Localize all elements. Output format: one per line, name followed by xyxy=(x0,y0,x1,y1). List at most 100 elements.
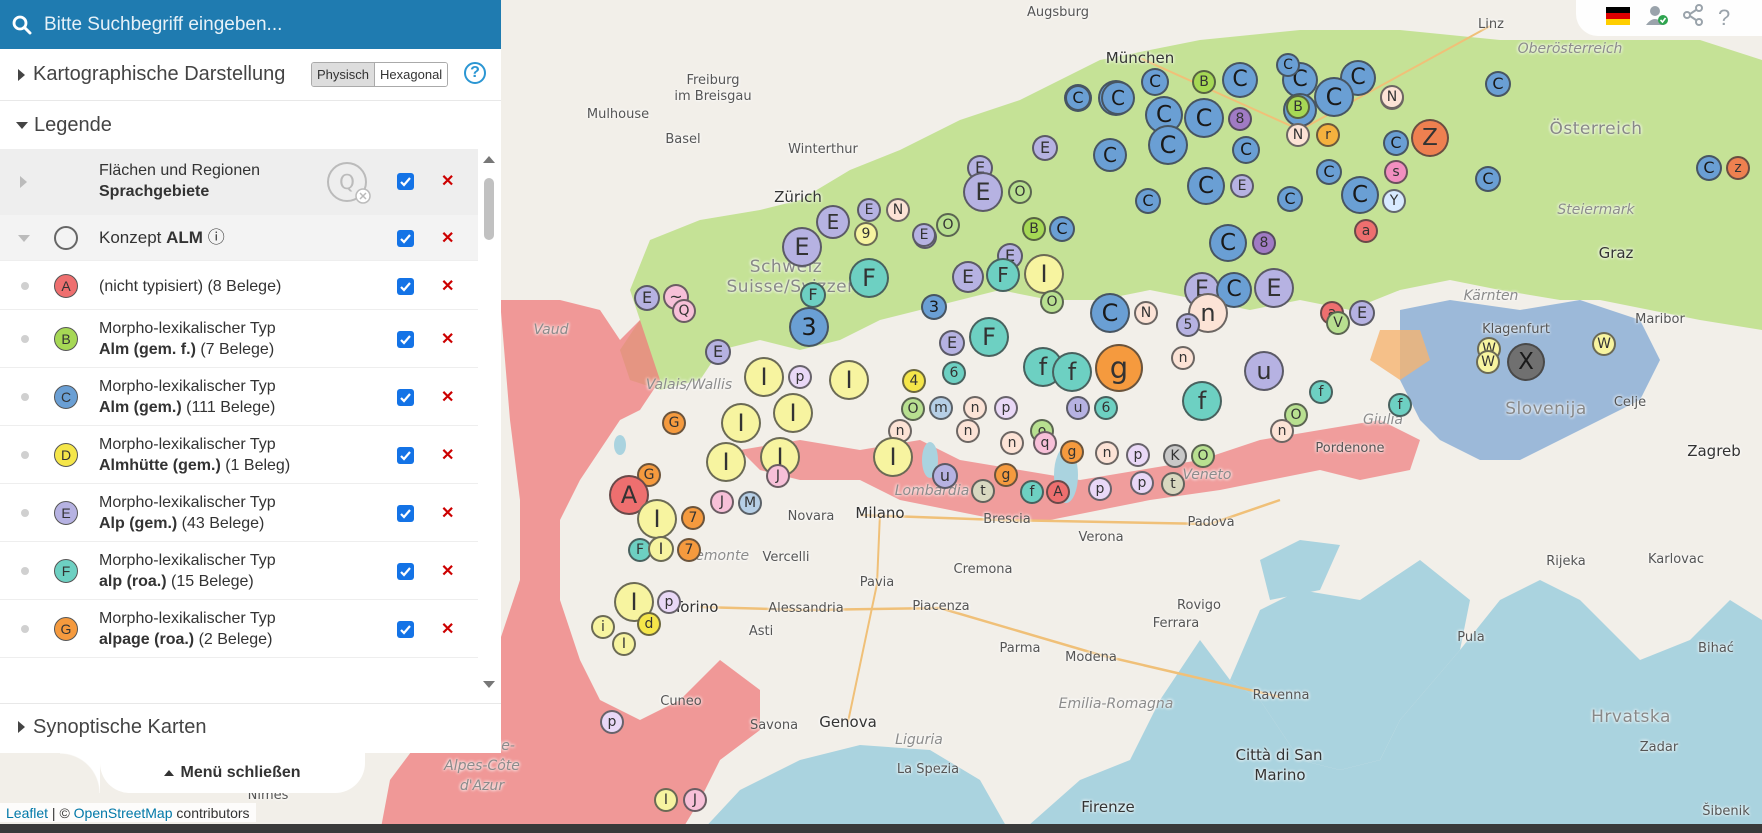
map-marker[interactable]: G xyxy=(662,411,686,435)
map-marker[interactable]: 6 xyxy=(1094,396,1118,420)
map-marker[interactable]: C xyxy=(1277,186,1303,212)
drag-handle-icon[interactable] xyxy=(21,509,29,517)
map-marker[interactable]: f xyxy=(1388,393,1412,417)
map-marker[interactable]: I xyxy=(773,393,813,433)
visibility-checkbox[interactable] xyxy=(397,563,414,580)
caret-right-icon[interactable] xyxy=(20,176,27,188)
map-marker[interactable]: z xyxy=(1726,156,1750,180)
map-marker[interactable]: u xyxy=(932,463,958,489)
map-marker[interactable]: 8 xyxy=(1228,107,1252,131)
map-marker[interactable]: p xyxy=(994,396,1018,420)
map-marker[interactable]: O xyxy=(1191,444,1215,468)
map-marker[interactable]: N xyxy=(1286,123,1310,147)
info-icon[interactable]: ⓘ xyxy=(208,228,225,247)
map-marker[interactable]: J xyxy=(683,788,707,812)
map-marker[interactable]: 3 xyxy=(921,294,947,320)
remove-icon[interactable]: ✕ xyxy=(441,387,454,407)
map-marker[interactable]: K xyxy=(1163,444,1187,468)
map-marker[interactable]: C xyxy=(1341,176,1379,214)
map-marker[interactable]: g xyxy=(994,463,1018,487)
map-marker[interactable]: C xyxy=(1141,68,1169,96)
map-marker[interactable]: q xyxy=(1033,431,1057,455)
leaflet-link[interactable]: Leaflet xyxy=(6,805,48,821)
map-marker[interactable]: 4 xyxy=(902,369,926,393)
map-marker[interactable]: N xyxy=(1134,301,1158,325)
map-marker[interactable]: B xyxy=(1286,95,1310,119)
map-marker[interactable]: a xyxy=(1354,219,1378,243)
map-marker[interactable]: B xyxy=(1022,217,1046,241)
map-marker[interactable]: F xyxy=(800,282,826,308)
map-marker[interactable]: p xyxy=(1130,471,1154,495)
map-marker[interactable]: f xyxy=(1182,381,1222,421)
section-kartographische-darstellung[interactable]: Kartographische Darstellung Physisch Hex… xyxy=(0,49,501,100)
remove-icon[interactable]: ✕ xyxy=(441,619,454,639)
map-marker[interactable]: C xyxy=(1232,136,1260,164)
help-icon[interactable]: ? xyxy=(1718,5,1730,31)
share-icon[interactable] xyxy=(1682,4,1704,32)
map-marker[interactable]: m xyxy=(929,396,953,420)
map-marker[interactable]: C xyxy=(1314,77,1354,117)
zoom-clear-icon[interactable]: Q xyxy=(326,161,372,205)
map-marker[interactable]: 3 xyxy=(789,307,829,347)
remove-icon[interactable]: ✕ xyxy=(441,276,454,296)
map-marker[interactable]: X xyxy=(1507,343,1545,381)
map-marker[interactable]: f xyxy=(1309,380,1333,404)
remove-icon[interactable]: ✕ xyxy=(441,503,454,523)
map-marker[interactable]: f xyxy=(1020,480,1044,504)
map-marker[interactable]: E xyxy=(963,172,1003,212)
map-marker[interactable]: 6 xyxy=(942,361,966,385)
map-marker[interactable]: O xyxy=(936,213,960,237)
map-marker[interactable]: C xyxy=(1187,167,1225,205)
map-marker[interactable]: E xyxy=(1032,135,1058,161)
map-marker[interactable]: N xyxy=(1380,85,1404,109)
section-synoptische-karten[interactable]: Synoptische Karten xyxy=(0,704,501,750)
drag-handle-icon[interactable] xyxy=(21,567,29,575)
map-marker[interactable]: J xyxy=(766,464,790,488)
drag-handle-icon[interactable] xyxy=(21,393,29,401)
map-marker[interactable]: A xyxy=(1046,480,1070,504)
map-marker[interactable]: E xyxy=(634,285,660,311)
map-marker[interactable]: O xyxy=(1040,290,1064,314)
map-marker[interactable]: n xyxy=(956,419,980,443)
map-marker[interactable]: I xyxy=(637,499,677,539)
map-marker[interactable]: J xyxy=(710,490,734,514)
scroll-down-icon[interactable] xyxy=(483,681,495,688)
map-marker[interactable]: F xyxy=(986,258,1020,292)
flag-de-icon[interactable] xyxy=(1606,5,1630,31)
map-marker[interactable]: I xyxy=(829,360,869,400)
map-marker[interactable]: N xyxy=(886,198,910,222)
map-marker[interactable]: C xyxy=(1222,62,1258,98)
mode-physisch-button[interactable]: Physisch xyxy=(312,63,375,86)
visibility-checkbox[interactable] xyxy=(397,621,414,638)
section-legende[interactable]: Legende xyxy=(0,101,501,149)
map-marker[interactable]: C xyxy=(1316,159,1342,185)
map-marker[interactable]: n xyxy=(1000,431,1024,455)
map-marker[interactable]: C xyxy=(1065,85,1091,111)
map-marker[interactable]: 7 xyxy=(677,538,701,562)
map-marker[interactable]: C xyxy=(1148,125,1188,165)
drag-handle-icon[interactable] xyxy=(21,335,29,343)
map-marker[interactable]: C xyxy=(1049,216,1075,242)
map-marker[interactable]: O xyxy=(1008,180,1032,204)
map-marker[interactable]: p xyxy=(600,710,624,734)
map-marker[interactable]: n xyxy=(963,396,987,420)
map-marker[interactable]: n xyxy=(1171,346,1195,370)
remove-icon[interactable]: ✕ xyxy=(441,228,454,248)
map-marker[interactable]: d xyxy=(637,612,661,636)
map-marker[interactable]: 9 xyxy=(854,222,878,246)
search-icon[interactable] xyxy=(12,15,32,35)
map-marker[interactable]: W xyxy=(1476,350,1500,374)
map-marker[interactable]: 7 xyxy=(681,506,705,530)
map-marker[interactable]: C xyxy=(1485,71,1511,97)
map-marker[interactable]: E xyxy=(1254,268,1294,308)
map-marker[interactable]: Y xyxy=(1382,189,1406,213)
map-marker[interactable]: g xyxy=(1095,344,1143,392)
map-marker[interactable]: C xyxy=(1101,81,1135,115)
caret-down-icon[interactable] xyxy=(18,235,30,242)
map-marker[interactable]: B xyxy=(1192,70,1216,94)
map-marker[interactable]: E xyxy=(939,330,965,356)
user-icon[interactable] xyxy=(1644,3,1668,33)
remove-icon[interactable]: ✕ xyxy=(441,445,454,465)
map-marker[interactable]: p xyxy=(1088,477,1112,501)
remove-icon[interactable]: ✕ xyxy=(441,329,454,349)
